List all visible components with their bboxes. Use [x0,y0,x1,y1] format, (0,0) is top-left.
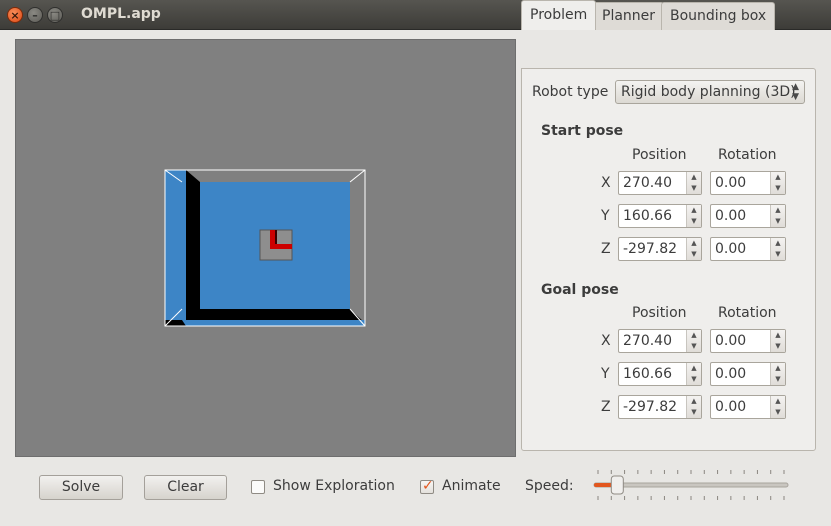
goal-x-rotation-value: 0.00 [715,333,747,349]
tab-problem[interactable]: Problem [521,0,597,30]
start-position-header: Position [632,147,687,163]
start-y-rotation-value: 0.00 [715,208,747,224]
maximize-window-button[interactable]: □ [47,7,63,23]
speed-slider-handle [610,475,624,495]
window-title: OMPL.app [81,6,161,22]
start-y-position-spinbox[interactable]: 160.66 ▲ ▼ [618,204,702,228]
animate-checkbox[interactable]: ✓ [420,478,434,494]
start-y-label: Y [601,208,610,224]
goal-position-header: Position [632,305,687,321]
goal-z-rotation-value: 0.00 [715,399,747,415]
goal-x-position-value: 270.40 [623,333,672,349]
start-rotation-header: Rotation [718,147,777,163]
spin-up-icon[interactable]: ▲ [771,172,785,183]
solve-button[interactable]: Solve [39,475,123,500]
goal-z-rotation-spinbox[interactable]: 0.00 ▲ ▼ [710,395,786,419]
spin-down-icon[interactable]: ▼ [771,183,785,194]
start-z-position-value: -297.82 [623,241,678,257]
goal-y-position-value: 160.66 [623,366,672,382]
environment-bottom-wall [186,320,365,326]
start-x-rotation-value: 0.00 [715,175,747,191]
spin-down-icon[interactable]: ▼ [771,374,785,385]
goal-z-label: Z [601,399,611,415]
animate-label[interactable]: Animate [442,478,501,494]
spin-up-icon[interactable]: ▲ [687,238,701,249]
spin-down-icon[interactable]: ▼ [687,249,701,260]
spin-up-icon[interactable]: ▲ [771,330,785,341]
spin-up-icon[interactable]: ▲ [687,363,701,374]
spin-up-icon[interactable]: ▲ [771,238,785,249]
speed-label: Speed: [525,478,574,494]
spin-up-icon[interactable]: ▲ [687,172,701,183]
close-icon: × [10,9,20,22]
combo-arrows-icon: ▲ ▼ [792,82,799,102]
maximize-icon: □ [49,9,61,22]
robot-type-select[interactable]: Rigid body planning (3D) ▲ ▼ [615,80,805,104]
spin-down-icon[interactable]: ▼ [687,407,701,418]
clear-button[interactable]: Clear [144,475,227,500]
goal-x-label: X [601,333,611,349]
robot-type-value: Rigid body planning (3D) [621,84,796,100]
spin-up-icon[interactable]: ▲ [687,330,701,341]
spin-down-icon[interactable]: ▼ [771,407,785,418]
start-y-position-value: 160.66 [623,208,672,224]
spin-down-icon[interactable]: ▼ [771,216,785,227]
start-z-label: Z [601,241,611,257]
minimize-window-button[interactable]: – [27,7,43,23]
spin-down-icon[interactable]: ▼ [771,249,785,260]
start-z-rotation-value: 0.00 [715,241,747,257]
minimize-icon: – [32,9,38,22]
goal-rotation-header: Rotation [718,305,777,321]
goal-x-position-spinbox[interactable]: 270.40 ▲ ▼ [618,329,702,353]
show-exploration-checkbox[interactable] [251,480,265,494]
problem-panel: Robot type Rigid body planning (3D) ▲ ▼ S… [521,68,816,451]
goal-y-position-spinbox[interactable]: 160.66 ▲ ▼ [618,362,702,386]
start-x-label: X [601,175,611,191]
tab-bounding-box[interactable]: Bounding box [661,2,776,30]
start-y-rotation-spinbox[interactable]: 0.00 ▲ ▼ [710,204,786,228]
close-window-button[interactable]: × [7,7,23,23]
goal-pose-title: Goal pose [541,282,619,298]
spin-up-icon[interactable]: ▲ [771,396,785,407]
scene-viewport[interactable] [15,39,516,457]
environment-left-wall [165,170,186,326]
spin-down-icon[interactable]: ▼ [687,374,701,385]
spin-up-icon[interactable]: ▲ [771,205,785,216]
goal-y-rotation-value: 0.00 [715,366,747,382]
robot-model [259,229,293,261]
goal-z-position-value: -297.82 [623,399,678,415]
start-pose-title: Start pose [541,123,624,139]
robot-type-label: Robot type [532,84,609,100]
start-z-rotation-spinbox[interactable]: 0.00 ▲ ▼ [710,237,786,261]
start-x-position-spinbox[interactable]: 270.40 ▲ ▼ [618,171,702,195]
spin-down-icon[interactable]: ▼ [687,216,701,227]
spin-down-icon[interactable]: ▼ [687,183,701,194]
speed-slider-graphic [593,470,789,500]
spin-down-icon[interactable]: ▼ [771,341,785,352]
speed-slider[interactable] [592,468,790,502]
goal-y-label: Y [601,366,610,382]
start-x-position-value: 270.40 [623,175,672,191]
show-exploration-label[interactable]: Show Exploration [273,478,395,494]
scene-render [164,169,366,327]
goal-x-rotation-spinbox[interactable]: 0.00 ▲ ▼ [710,329,786,353]
tab-planner[interactable]: Planner [593,2,665,30]
spin-up-icon[interactable]: ▲ [687,396,701,407]
spin-up-icon[interactable]: ▲ [771,363,785,374]
checkmark-icon: ✓ [422,478,434,494]
goal-y-rotation-spinbox[interactable]: 0.00 ▲ ▼ [710,362,786,386]
start-z-position-spinbox[interactable]: -297.82 ▲ ▼ [618,237,702,261]
spin-down-icon[interactable]: ▼ [687,341,701,352]
spin-up-icon[interactable]: ▲ [687,205,701,216]
start-x-rotation-spinbox[interactable]: 0.00 ▲ ▼ [710,171,786,195]
goal-z-position-spinbox[interactable]: -297.82 ▲ ▼ [618,395,702,419]
